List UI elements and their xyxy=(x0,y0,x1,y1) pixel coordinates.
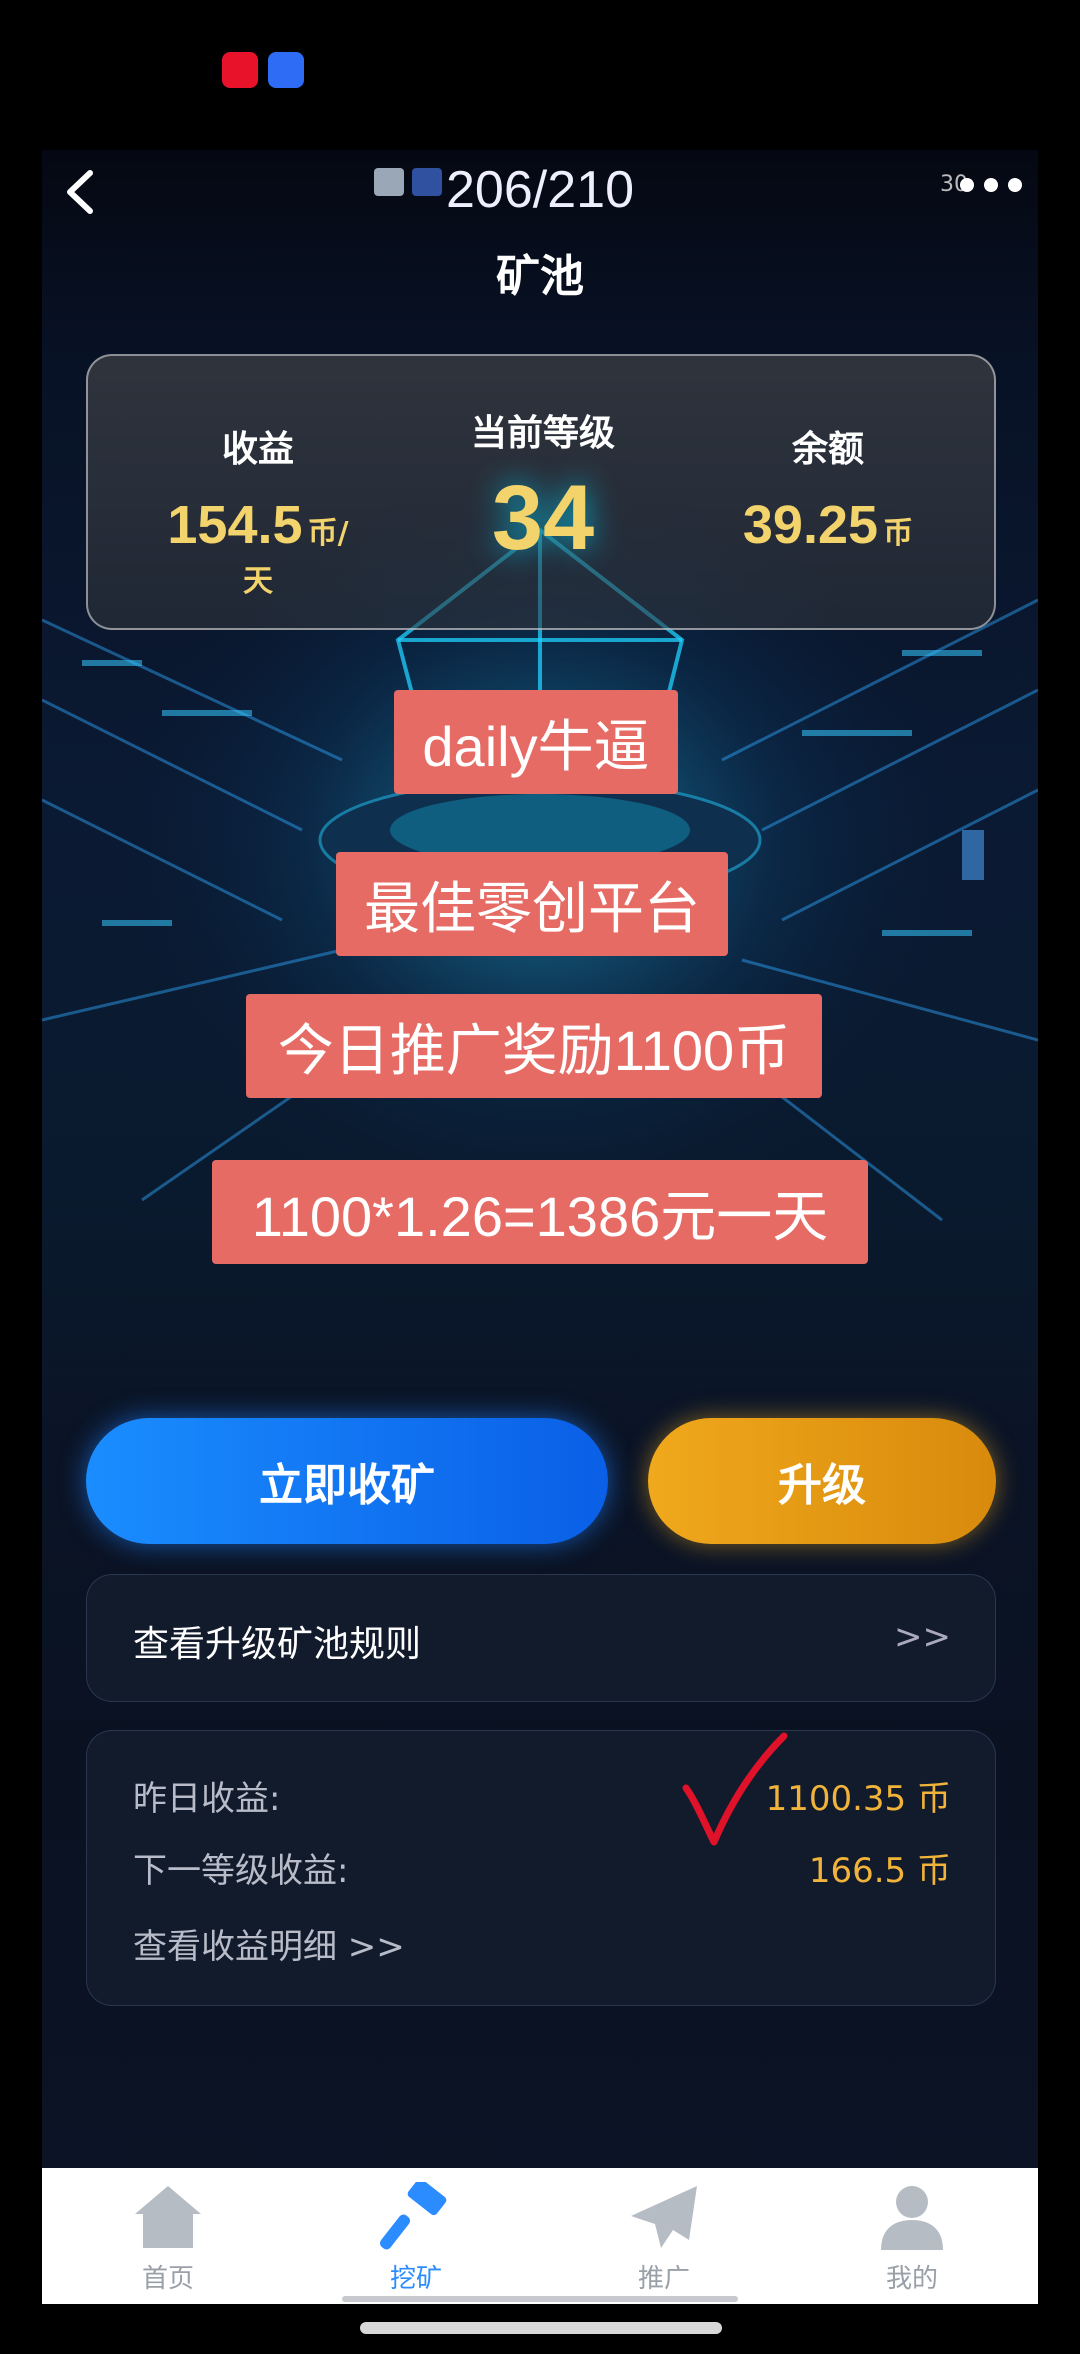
level-value: 34 xyxy=(491,467,595,569)
income-stat: 收益 154.5 币/天 xyxy=(158,420,358,600)
level-stat: 当前等级 34 xyxy=(433,404,653,571)
collect-mining-button[interactable]: 立即收矿 xyxy=(86,1418,608,1544)
balance-unit: 币 xyxy=(883,516,914,551)
tab-label: 首页 xyxy=(141,2264,194,2294)
upgrade-button[interactable]: 升级 xyxy=(648,1418,996,1544)
tab-label: 推广 xyxy=(637,2264,690,2294)
earnings-detail-link[interactable]: 查看收益明细 >> xyxy=(133,1919,951,1968)
rules-label: 查看升级矿池规则 xyxy=(133,1624,422,1665)
income-value: 154.5 xyxy=(167,495,303,555)
tab-profile[interactable]: 我的 xyxy=(832,2182,992,2295)
balance-stat: 余额 39.25 币 xyxy=(728,420,928,556)
overlay-banner: 今日推广奖励1100币 xyxy=(246,994,822,1098)
bottom-tab-bar: 首页 挖矿 推广 我的 xyxy=(42,2168,1038,2304)
more-dot-icon xyxy=(984,178,998,192)
stats-card: 收益 154.5 币/天 当前等级 34 余额 39.25 币 xyxy=(86,354,996,630)
hammer-icon xyxy=(379,2182,447,2250)
rules-arrow: >> xyxy=(894,1617,951,1657)
paper-plane-icon xyxy=(631,2186,697,2248)
yesterday-earnings-value: 1100.35 币 xyxy=(765,1779,951,1819)
next-level-earnings-label: 下一等级收益: xyxy=(133,1851,349,1891)
page-title: 矿池 xyxy=(496,251,584,302)
baidu-app-icon xyxy=(268,52,304,88)
overlay-banner: 最佳零创平台 xyxy=(336,852,728,956)
balance-label: 余额 xyxy=(791,429,864,470)
home-indicator[interactable] xyxy=(360,2322,722,2334)
balance-value: 39.25 xyxy=(742,495,879,555)
overlay-banner: daily牛逼 xyxy=(394,690,678,794)
image-counter: 206/210 xyxy=(446,161,634,219)
tab-label: 挖矿 xyxy=(389,2264,442,2294)
yesterday-earnings-label: 昨日收益: xyxy=(133,1779,281,1819)
more-menu-button[interactable] xyxy=(960,178,1022,192)
tab-indicator xyxy=(342,2296,738,2302)
more-dot-icon xyxy=(960,178,974,192)
income-label: 收益 xyxy=(221,429,294,470)
red-checkmark-icon xyxy=(682,1732,788,1846)
tab-promote[interactable]: 推广 xyxy=(584,2182,744,2295)
yesterday-earnings-row: 昨日收益: 1100.35 币 xyxy=(133,1771,951,1820)
home-icon xyxy=(135,2186,201,2248)
level-label: 当前等级 xyxy=(470,413,615,454)
next-level-earnings-value: 166.5 币 xyxy=(808,1851,951,1891)
notification-app-icon xyxy=(222,52,258,88)
overlay-banner: 1100*1.26=1386元一天 xyxy=(212,1160,868,1264)
earnings-card: 昨日收益: 1100.35 币 下一等级收益: 166.5 币 查看收益明细 >… xyxy=(86,1730,996,2006)
user-icon xyxy=(881,2186,943,2250)
tab-home[interactable]: 首页 xyxy=(88,2182,248,2295)
more-dot-icon xyxy=(1008,178,1022,192)
tab-mining[interactable]: 挖矿 xyxy=(336,2182,496,2295)
status-bar-app-icons xyxy=(222,52,304,88)
tab-label: 我的 xyxy=(885,2264,938,2294)
view-upgrade-rules-row[interactable]: 查看升级矿池规则 >> xyxy=(86,1574,996,1702)
next-level-earnings-row: 下一等级收益: 166.5 币 xyxy=(133,1843,951,1892)
